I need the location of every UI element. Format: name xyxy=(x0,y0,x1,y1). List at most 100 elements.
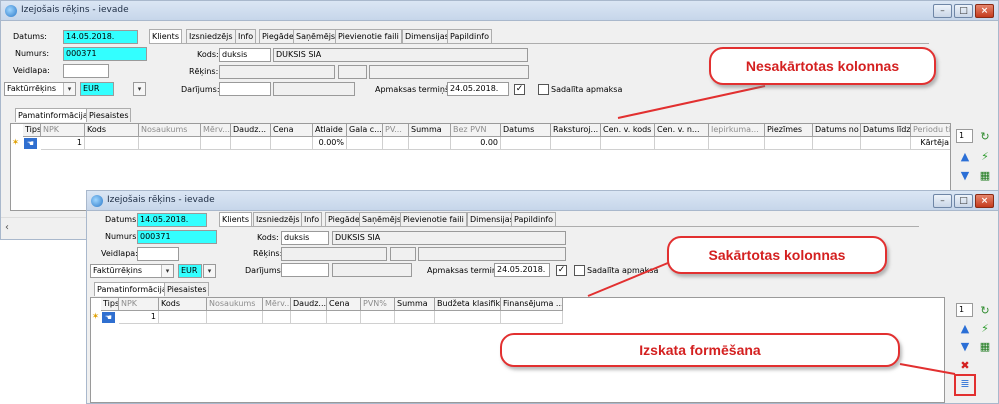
col-budzeta-klasifikacija[interactable]: Budžeta klasifik... xyxy=(435,298,501,311)
cell-cen-v-nosaukums[interactable] xyxy=(655,137,709,150)
col-summa[interactable]: Summa xyxy=(409,124,451,137)
cell-datums-lidz[interactable] xyxy=(861,137,911,150)
rekins-field[interactable] xyxy=(281,247,387,261)
tab-pamatinformacija[interactable]: Pamatinformācija xyxy=(94,282,170,296)
darijums-field[interactable] xyxy=(219,82,271,96)
cell-atlaide[interactable]: 0.00% xyxy=(313,137,347,150)
top-side-number-field[interactable]: 1 xyxy=(956,129,973,143)
tab-dimensijas[interactable]: Dimensijas xyxy=(467,212,517,226)
tab-piegade[interactable]: Piegāde xyxy=(325,212,363,226)
close-icon[interactable]: × xyxy=(975,4,994,18)
tab-klients[interactable]: Klients xyxy=(149,29,182,43)
datums-field[interactable]: 14.05.2018. xyxy=(137,213,207,227)
sadalita-apmaksa-checkbox[interactable] xyxy=(574,265,585,276)
rekins-field-2[interactable] xyxy=(390,247,416,261)
arrow-down-icon[interactable]: ▼ xyxy=(958,340,972,354)
arrow-up-icon[interactable]: ▲ xyxy=(958,150,972,164)
maximize-icon[interactable]: □ xyxy=(954,4,973,18)
cell-budzeta-klasifikacija[interactable] xyxy=(435,311,501,324)
col-cen-v-kods[interactable]: Cen. v. kods xyxy=(601,124,655,137)
rekins-field-2[interactable] xyxy=(338,65,367,79)
col-cen-v-nosaukums[interactable]: Cen. v. n... xyxy=(655,124,709,137)
doc-type-select[interactable]: Faktūrrēķins ▾ xyxy=(90,264,174,278)
currency-dropdown-button[interactable]: ▾ xyxy=(133,82,146,96)
apmaksas-termins-checkbox[interactable]: ✓ xyxy=(556,265,567,276)
cell-nosaukums[interactable] xyxy=(207,311,263,324)
maximize-icon[interactable]: □ xyxy=(954,194,973,208)
cell-raksturojums[interactable] xyxy=(551,137,601,150)
minimize-icon[interactable]: – xyxy=(933,194,952,208)
doc-type-select[interactable]: Faktūrrēķins ▾ xyxy=(4,82,76,96)
tab-sanemejs[interactable]: Saņēmējs xyxy=(293,29,339,43)
cell-gala-cena[interactable] xyxy=(347,137,383,150)
tab-pamatinformacija[interactable]: Pamatinformācija xyxy=(15,108,91,122)
cell-kods[interactable] xyxy=(159,311,207,324)
lightning-icon[interactable]: ⚡ xyxy=(978,150,992,164)
numurs-field[interactable]: 000371 xyxy=(137,230,217,244)
cell-piezimes[interactable] xyxy=(765,137,813,150)
cell-cen-v-kods[interactable] xyxy=(601,137,655,150)
tab-klients[interactable]: Klients xyxy=(219,212,252,226)
col-merv[interactable]: Mērv... xyxy=(263,298,291,311)
numurs-field[interactable]: 000371 xyxy=(63,47,147,61)
cell-merv[interactable] xyxy=(201,137,231,150)
top-horizontal-scrollbar[interactable]: ‹ xyxy=(1,217,96,239)
apmaksas-termins-field[interactable]: 24.05.2018. xyxy=(447,82,509,96)
col-tips[interactable]: Tips xyxy=(101,298,119,311)
apmaksas-termins-field[interactable]: 24.05.2018. xyxy=(494,263,550,277)
col-daudz[interactable]: Daudz... xyxy=(291,298,327,311)
refresh-icon[interactable]: ↻ xyxy=(978,130,992,144)
excel-icon[interactable]: ▦ xyxy=(978,169,992,183)
col-bez-pvn[interactable]: Bez PVN xyxy=(451,124,501,137)
col-datums-lidz[interactable]: Datums līdz xyxy=(861,124,911,137)
rekins-field[interactable] xyxy=(219,65,335,79)
tab-izsniedzejs[interactable]: Izsniedzējs xyxy=(186,29,236,43)
cell-kods[interactable] xyxy=(85,137,139,150)
lightning-icon[interactable]: ⚡ xyxy=(978,322,992,336)
rekins-field-3[interactable] xyxy=(369,65,529,79)
tab-piesaistes[interactable]: Piesaistes xyxy=(86,108,132,122)
col-nosaukums[interactable]: Nosaukums xyxy=(139,124,201,137)
cell-datums-no[interactable] xyxy=(813,137,861,150)
apmaksas-termins-checkbox[interactable]: ✓ xyxy=(514,84,525,95)
tab-piesaistes[interactable]: Piesaistes xyxy=(164,282,210,296)
kods-field[interactable]: duksis xyxy=(219,48,271,62)
refresh-icon[interactable]: ↻ xyxy=(978,304,992,318)
col-npk[interactable]: NPK xyxy=(41,124,85,137)
minimize-icon[interactable]: – xyxy=(933,4,952,18)
arrow-down-icon[interactable]: ▼ xyxy=(958,169,972,183)
bottom-side-number-field[interactable]: 1 xyxy=(956,303,973,317)
col-merv[interactable]: Mērv... xyxy=(201,124,231,137)
hand-icon[interactable]: ☚ xyxy=(102,312,115,323)
col-cena[interactable]: Cena xyxy=(271,124,313,137)
cell-nosaukums[interactable] xyxy=(139,137,201,150)
cell-cena[interactable] xyxy=(327,311,361,324)
rekins-field-3[interactable] xyxy=(418,247,566,261)
cell-summa[interactable] xyxy=(409,137,451,150)
kods-field[interactable]: duksis xyxy=(281,231,329,245)
tab-pievienotie-faili[interactable]: Pievienotie faili xyxy=(400,212,467,226)
col-datums[interactable]: Datums xyxy=(501,124,551,137)
cell-iepirkuma[interactable] xyxy=(709,137,765,150)
tab-papildinfo[interactable]: Papildinfo xyxy=(511,212,556,226)
col-raksturojums[interactable]: Raksturoj... xyxy=(551,124,601,137)
tab-pievienotie-faili[interactable]: Pievienotie faili xyxy=(335,29,402,43)
tab-info[interactable]: Info xyxy=(235,29,257,43)
close-icon[interactable]: × xyxy=(975,194,994,208)
col-tips[interactable]: Tips xyxy=(23,124,41,137)
sadalita-apmaksa-checkbox[interactable] xyxy=(538,84,549,95)
cell-pvn-percent[interactable] xyxy=(361,311,395,324)
cell-npk[interactable]: 1 xyxy=(41,137,85,150)
currency-select[interactable]: EUR xyxy=(178,264,202,278)
cell-daudz[interactable] xyxy=(231,137,271,150)
col-daudz[interactable]: Daudz... xyxy=(231,124,271,137)
col-summa[interactable]: Summa xyxy=(395,298,435,311)
col-kods[interactable]: Kods xyxy=(159,298,207,311)
col-datums-no[interactable]: Datums no xyxy=(813,124,861,137)
col-gala-cena[interactable]: Gala c... xyxy=(347,124,383,137)
cell-periodu-tips[interactable]: Kārtēja xyxy=(911,137,950,150)
tab-piegade[interactable]: Piegāde xyxy=(259,29,297,43)
col-atlaide[interactable]: Atlaide xyxy=(313,124,347,137)
currency-select[interactable]: EUR xyxy=(80,82,114,96)
cell-daudz[interactable] xyxy=(291,311,327,324)
